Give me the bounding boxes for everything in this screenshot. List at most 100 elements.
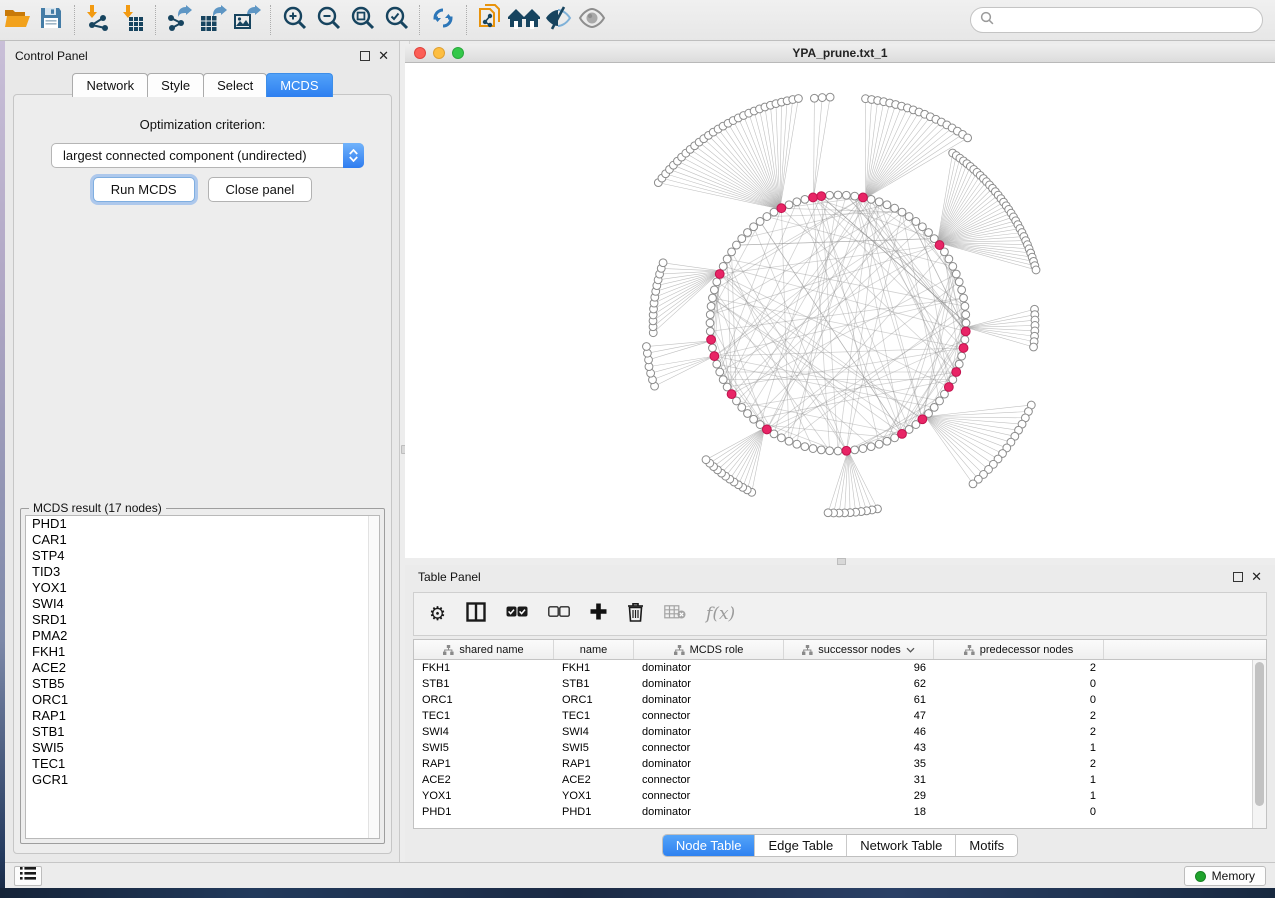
graph-leaf-node[interactable] xyxy=(826,93,834,101)
function-builder-button[interactable]: f(x) xyxy=(706,604,735,624)
graph-leaf-node[interactable] xyxy=(810,94,818,102)
table-row[interactable]: PHD1PHD1dominator180 xyxy=(414,804,1252,820)
tab-node-table[interactable]: Node Table xyxy=(663,835,755,856)
graph-node[interactable] xyxy=(763,213,771,221)
dominator-node[interactable] xyxy=(961,327,970,336)
tab-network[interactable]: Network xyxy=(72,73,148,97)
graph-node[interactable] xyxy=(777,434,785,442)
graph-leaf-node[interactable] xyxy=(1030,343,1038,351)
export-table-button[interactable] xyxy=(196,3,230,37)
column-header-name[interactable]: name xyxy=(554,640,634,659)
float-panel-icon[interactable] xyxy=(360,51,370,61)
select-all-columns-button[interactable] xyxy=(506,605,528,623)
graph-node[interactable] xyxy=(962,319,970,327)
graph-node[interactable] xyxy=(834,447,842,455)
graph-node[interactable] xyxy=(713,278,721,286)
graph-node[interactable] xyxy=(801,195,809,203)
graph-leaf-node[interactable] xyxy=(795,95,803,103)
zoom-out-button[interactable] xyxy=(311,3,345,37)
unselect-all-columns-button[interactable] xyxy=(548,605,570,623)
graph-leaf-node[interactable] xyxy=(969,480,977,488)
graph-node[interactable] xyxy=(958,352,966,360)
import-network-button[interactable] xyxy=(81,3,115,37)
graph-node[interactable] xyxy=(719,262,727,270)
graph-node[interactable] xyxy=(707,302,715,310)
graph-node[interactable] xyxy=(945,255,953,263)
graph-node[interactable] xyxy=(756,218,764,226)
dominator-node[interactable] xyxy=(762,425,771,434)
list-item[interactable]: STP4 xyxy=(26,548,379,564)
table-row[interactable]: STB1STB1dominator620 xyxy=(414,676,1252,692)
save-session-button[interactable] xyxy=(34,3,68,37)
tab-motifs[interactable]: Motifs xyxy=(955,835,1017,856)
open-file-button[interactable] xyxy=(0,3,34,37)
delete-table-button[interactable] xyxy=(664,605,686,624)
graph-leaf-node[interactable] xyxy=(964,134,972,142)
graph-node[interactable] xyxy=(875,198,883,206)
delete-column-button[interactable] xyxy=(627,602,644,627)
tab-edge-table[interactable]: Edge Table xyxy=(754,835,846,856)
close-panel-button[interactable]: Close panel xyxy=(208,177,313,202)
network-view[interactable] xyxy=(405,63,1275,558)
graph-node[interactable] xyxy=(709,344,717,352)
export-network-button[interactable] xyxy=(162,3,196,37)
zoom-in-button[interactable] xyxy=(277,3,311,37)
graph-node[interactable] xyxy=(744,229,752,237)
graph-node[interactable] xyxy=(958,286,966,294)
table-row[interactable]: FKH1FKH1dominator962 xyxy=(414,660,1252,676)
list-item[interactable]: SWI5 xyxy=(26,740,379,756)
list-item[interactable]: TEC1 xyxy=(26,756,379,772)
graph-node[interactable] xyxy=(723,255,731,263)
graph-node[interactable] xyxy=(851,446,859,454)
graph-node[interactable] xyxy=(738,403,746,411)
list-item[interactable]: SRD1 xyxy=(26,612,379,628)
tab-mcds[interactable]: MCDS xyxy=(266,73,332,97)
close-panel-icon[interactable]: ✕ xyxy=(1251,572,1262,582)
column-header-MCDS-role[interactable]: MCDS role xyxy=(634,640,784,659)
export-image-button[interactable] xyxy=(230,3,264,37)
table-row[interactable]: YOX1YOX1connector291 xyxy=(414,788,1252,804)
graph-node[interactable] xyxy=(728,248,736,256)
list-item[interactable]: GCR1 xyxy=(26,772,379,788)
memory-button[interactable]: Memory xyxy=(1184,866,1266,886)
graph-node[interactable] xyxy=(952,270,960,278)
dominator-node[interactable] xyxy=(842,446,851,455)
graph-node[interactable] xyxy=(955,360,963,368)
graph-node[interactable] xyxy=(817,446,825,454)
graph-leaf-node[interactable] xyxy=(659,259,667,267)
column-header-shared-name[interactable]: shared name xyxy=(414,640,554,659)
graph-node[interactable] xyxy=(719,376,727,384)
graph-node[interactable] xyxy=(883,437,891,445)
dominator-node[interactable] xyxy=(944,383,953,392)
list-item[interactable]: STB5 xyxy=(26,676,379,692)
dominator-node[interactable] xyxy=(898,429,907,438)
graph-node[interactable] xyxy=(898,208,906,216)
dominator-node[interactable] xyxy=(817,192,826,201)
tab-select[interactable]: Select xyxy=(203,73,267,97)
graph-node[interactable] xyxy=(809,445,817,453)
column-header-predecessor-nodes[interactable]: predecessor nodes xyxy=(934,640,1104,659)
dominator-node[interactable] xyxy=(935,241,944,250)
list-item[interactable]: PMA2 xyxy=(26,628,379,644)
table-row[interactable]: ORC1ORC1dominator610 xyxy=(414,692,1252,708)
graph-node[interactable] xyxy=(785,437,793,445)
network-window-titlebar[interactable]: YPA_prune.txt_1 xyxy=(405,44,1275,63)
refresh-button[interactable] xyxy=(426,3,460,37)
scrollbar-thumb[interactable] xyxy=(1255,662,1264,806)
graph-node[interactable] xyxy=(710,286,718,294)
graph-node[interactable] xyxy=(961,302,969,310)
graph-node[interactable] xyxy=(716,368,724,376)
graph-node[interactable] xyxy=(750,223,758,231)
run-mcds-button[interactable]: Run MCDS xyxy=(93,177,195,202)
show-all-button[interactable] xyxy=(575,3,609,37)
result-list-scrollbar[interactable] xyxy=(368,516,379,838)
graph-node[interactable] xyxy=(738,235,746,243)
graph-node[interactable] xyxy=(955,278,963,286)
graph-node[interactable] xyxy=(834,191,842,199)
graph-node[interactable] xyxy=(918,223,926,231)
graph-node[interactable] xyxy=(793,198,801,206)
horizontal-splitter[interactable] xyxy=(405,558,1275,565)
dominator-node[interactable] xyxy=(859,193,868,202)
zoom-selected-button[interactable] xyxy=(379,3,413,37)
list-item[interactable]: SWI4 xyxy=(26,596,379,612)
